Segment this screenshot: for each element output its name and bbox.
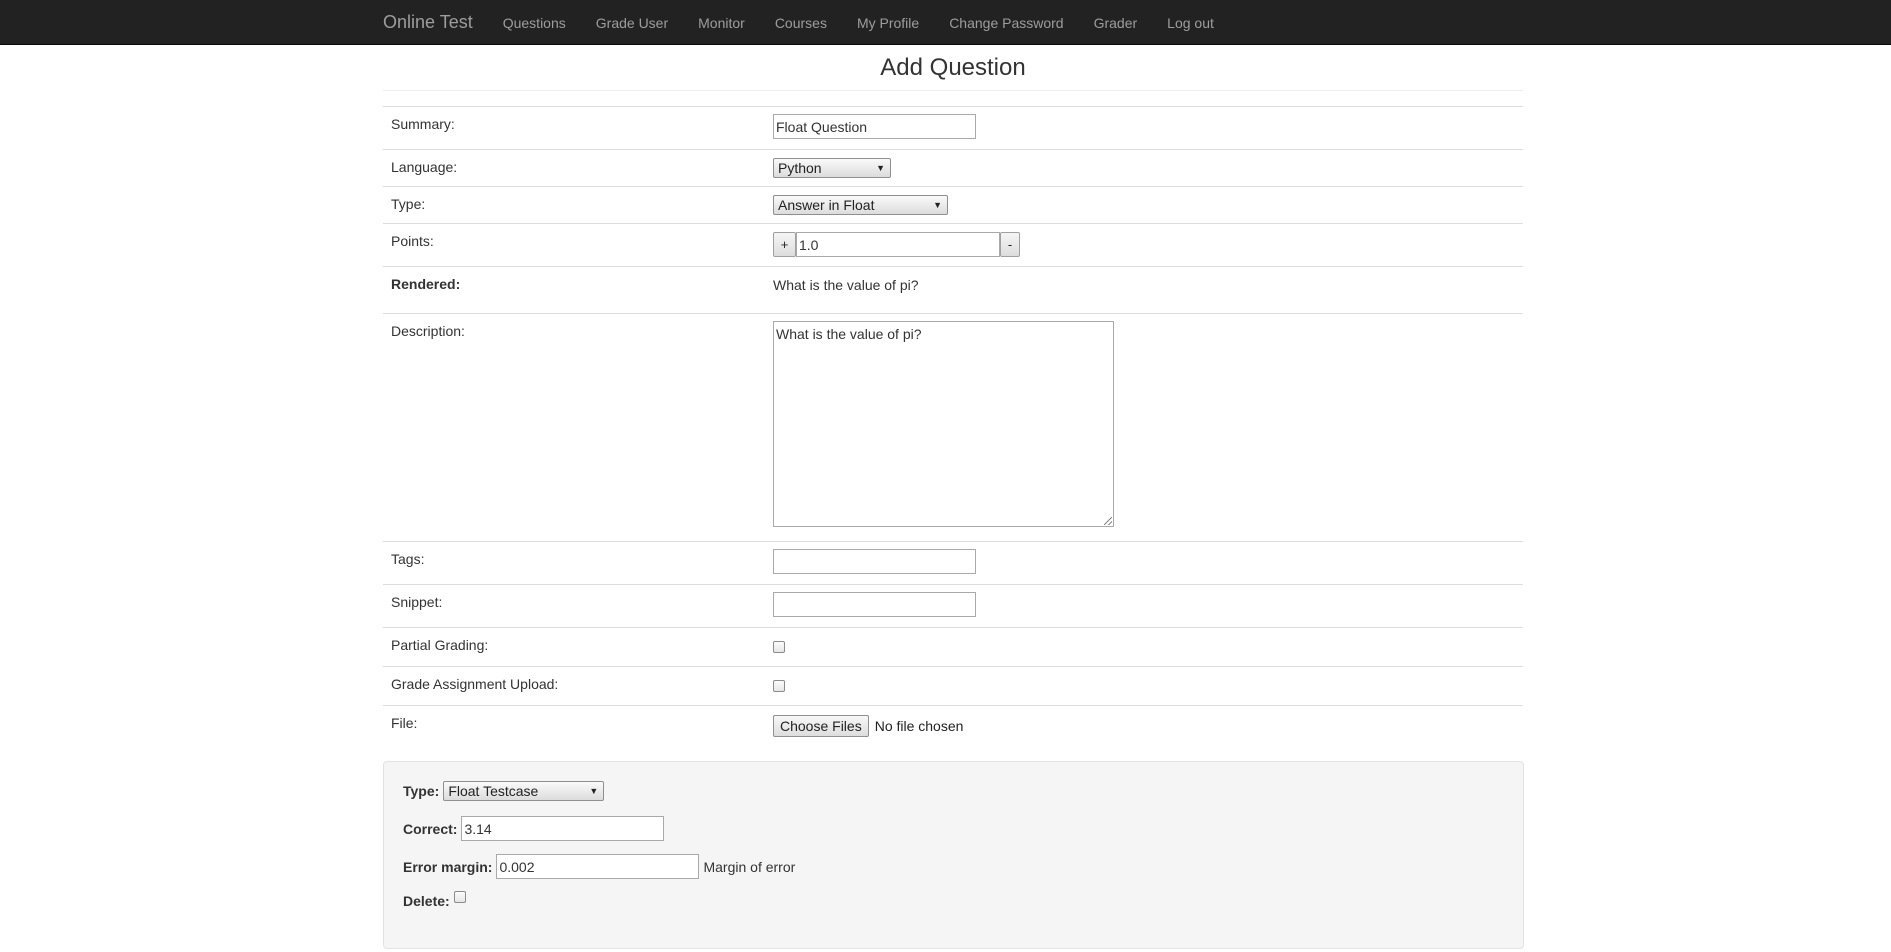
description-field-cell: What is the value of pi? (773, 314, 1114, 541)
form-row-points: Points: + - (383, 224, 1523, 267)
partial-grading-checkbox[interactable] (773, 641, 785, 653)
form-row-rendered: Rendered: What is the value of pi? (383, 267, 1523, 314)
testcase-error-margin-row: Error margin: Margin of error (403, 854, 795, 879)
partial-grading-field-cell (773, 628, 785, 666)
main-container: Add Question Summary: Language: Python ▼… (383, 45, 1523, 747)
testcase-type-select-value: Float Testcase (448, 783, 539, 799)
points-input[interactable] (796, 232, 1000, 257)
testcase-panel: Type: Float Testcase ▼ Correct: Error ma… (383, 761, 1524, 949)
form-row-description: Description: What is the value of pi? (383, 314, 1523, 542)
testcase-type-select[interactable]: Float Testcase ▼ (443, 781, 605, 801)
form-row-type: Type: Answer in Float ▼ (383, 187, 1523, 224)
testcase-error-margin-hint: Margin of error (703, 858, 796, 875)
rendered-preview-text: What is the value of pi? (773, 277, 919, 293)
testcase-type-label: Type: (403, 783, 440, 799)
type-select-value: Answer in Float (778, 197, 875, 213)
form-row-grade-assignment-upload: Grade Assignment Upload: (383, 667, 1523, 706)
brand-link[interactable]: Online Test (383, 12, 473, 33)
grade-assignment-upload-checkbox[interactable] (773, 680, 785, 692)
summary-label: Summary: (391, 116, 455, 132)
nav-item-grade-user[interactable]: Grade User (596, 15, 668, 31)
nav-item-grader[interactable]: Grader (1094, 15, 1138, 31)
language-select[interactable]: Python ▼ (773, 158, 891, 178)
description-label: Description: (391, 323, 465, 339)
points-increment-button[interactable]: + (773, 232, 796, 257)
points-decrement-button[interactable]: - (1000, 232, 1020, 257)
testcase-correct-label: Correct: (403, 820, 458, 837)
rendered-field-cell: What is the value of pi? (773, 267, 919, 313)
type-select[interactable]: Answer in Float ▼ (773, 195, 948, 215)
description-textarea[interactable]: What is the value of pi? (773, 321, 1114, 527)
testcase-correct-input[interactable] (461, 816, 665, 841)
tags-label: Tags: (391, 551, 425, 567)
form-row-language: Language: Python ▼ (383, 150, 1523, 187)
page-title: Add Question (880, 54, 1026, 81)
points-label: Points: (391, 233, 434, 249)
testcase-type-row: Type: Float Testcase ▼ (403, 781, 605, 801)
nav-item-monitor[interactable]: Monitor (698, 15, 745, 31)
nav-item-change-password[interactable]: Change Password (949, 15, 1063, 31)
file-status-text: No file chosen (874, 718, 964, 734)
testcase-delete-row: Delete: (403, 891, 466, 909)
chevron-down-icon: ▼ (876, 163, 885, 173)
partial-grading-label: Partial Grading: (391, 637, 489, 653)
question-form: Summary: Language: Python ▼ Type: Answer… (383, 106, 1523, 747)
nav-item-my-profile[interactable]: My Profile (857, 15, 919, 31)
chevron-down-icon: ▼ (589, 786, 599, 796)
form-row-tags: Tags: (383, 542, 1523, 585)
nav-item-log-out[interactable]: Log out (1167, 15, 1214, 31)
chevron-down-icon: ▼ (933, 200, 942, 210)
file-field-cell: Choose Files No file chosen (773, 706, 963, 747)
testcase-correct-row: Correct: (403, 816, 665, 841)
tags-field-cell (773, 542, 976, 584)
tags-input[interactable] (773, 549, 976, 574)
summary-input[interactable] (773, 114, 976, 139)
snippet-input[interactable] (773, 592, 976, 617)
snippet-label: Snippet: (391, 594, 443, 610)
form-row-snippet: Snippet: (383, 585, 1523, 628)
rendered-label: Rendered: (391, 276, 461, 292)
form-row-summary: Summary: (383, 107, 1523, 150)
type-label: Type: (391, 196, 426, 212)
form-row-file: File: Choose Files No file chosen (383, 706, 1523, 747)
testcase-error-margin-input[interactable] (496, 854, 700, 879)
title-divider (383, 90, 1523, 91)
nav-item-questions[interactable]: Questions (503, 15, 566, 31)
summary-field-cell (773, 107, 976, 149)
choose-files-button[interactable]: Choose Files (773, 715, 869, 737)
grade-assignment-upload-label: Grade Assignment Upload: (391, 676, 559, 692)
grade-assignment-upload-field-cell (773, 667, 785, 705)
top-navbar: Online Test Questions Grade User Monitor… (0, 0, 1891, 45)
language-label: Language: (391, 159, 458, 175)
navbar-inner: Online Test Questions Grade User Monitor… (383, 0, 1244, 45)
language-field-cell: Python ▼ (773, 150, 891, 186)
testcase-delete-checkbox[interactable] (453, 891, 466, 903)
testcase-delete-label: Delete: (403, 893, 450, 909)
snippet-field-cell (773, 585, 976, 627)
form-row-partial-grading: Partial Grading: (383, 628, 1523, 667)
resize-grip-icon[interactable] (1104, 517, 1112, 525)
points-field-cell: + - (773, 224, 1020, 266)
nav-item-courses[interactable]: Courses (775, 15, 827, 31)
description-text: What is the value of pi? (776, 326, 922, 342)
testcase-error-margin-label: Error margin: (403, 858, 493, 875)
file-label: File: (391, 715, 418, 731)
language-select-value: Python (778, 160, 822, 176)
type-field-cell: Answer in Float ▼ (773, 187, 948, 223)
